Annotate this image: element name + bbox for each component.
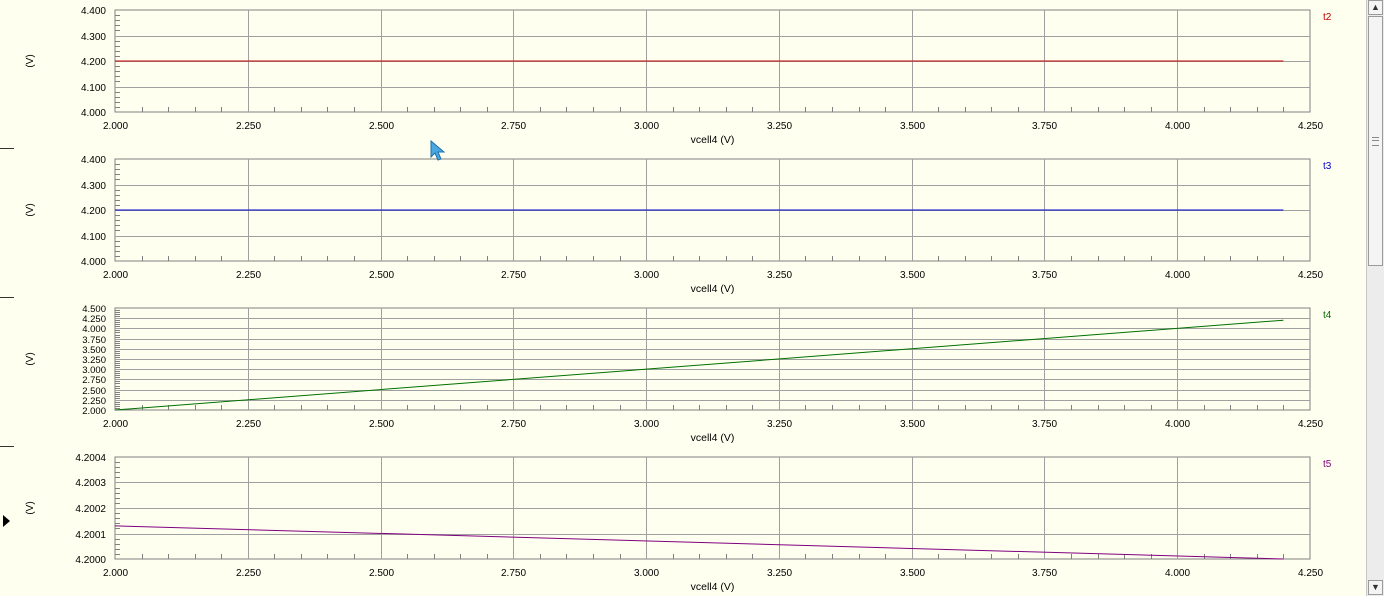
y-axis-label: (V) [25, 352, 36, 365]
x-tick-label: 3.750 [1032, 121, 1057, 132]
legend-label-t2: t2 [1323, 12, 1332, 23]
scroll-down-button[interactable]: ▼ [1368, 580, 1383, 595]
x-tick-label: 3.500 [900, 270, 925, 281]
y-tick-label: 4.000 [81, 108, 106, 119]
vertical-scrollbar[interactable]: ▲ ▼ [1366, 0, 1384, 596]
x-tick-label: 4.000 [1165, 270, 1190, 281]
x-tick-label: 3.500 [900, 121, 925, 132]
y-tick-label: 4.2001 [75, 530, 106, 541]
x-tick-label: 3.250 [767, 419, 792, 430]
x-tick-label: 2.500 [369, 121, 394, 132]
x-tick-label: 3.750 [1032, 568, 1057, 579]
x-tick-label: 2.750 [501, 270, 526, 281]
x-tick-label: 3.000 [634, 568, 659, 579]
x-tick-label: 2.000 [103, 121, 128, 132]
y-tick-label: 4.300 [81, 32, 106, 43]
x-tick-label: 2.250 [236, 270, 261, 281]
x-tick-label: 4.000 [1165, 121, 1190, 132]
x-tick-label: 2.500 [369, 568, 394, 579]
mouse-cursor-icon [430, 140, 446, 161]
x-tick-label: 2.750 [501, 568, 526, 579]
legend-label-t3: t3 [1323, 161, 1332, 172]
y-tick-label: 4.2004 [75, 453, 106, 464]
x-tick-label: 2.250 [236, 419, 261, 430]
strip-divider [0, 297, 14, 298]
y-axis-label: (V) [25, 203, 36, 216]
y-tick-label: 4.2002 [75, 504, 106, 515]
x-tick-label: 4.000 [1165, 568, 1190, 579]
y-tick-label: 4.300 [81, 181, 106, 192]
x-tick-label: 3.750 [1032, 419, 1057, 430]
y-axis-label: (V) [25, 54, 36, 67]
legend-label-t4: t4 [1323, 310, 1332, 321]
y-tick-label: 4.000 [82, 324, 106, 335]
y-tick-label: 4.250 [82, 314, 106, 325]
x-axis-label: vcell4 (V) [691, 134, 735, 146]
y-tick-label: 3.750 [82, 335, 106, 346]
y-tick-label: 4.000 [81, 257, 106, 268]
x-tick-label: 2.000 [103, 419, 128, 430]
left-strip [0, 0, 14, 596]
chart-panel-4: 2.000 2.250 2.500 2.750 3.000 3.250 3.500 3.750… [25, 453, 1332, 593]
chart-panel-1: 2.000 2.250 2.500 2.750 3.000 3.250 3.500 3.750… [25, 6, 1332, 146]
x-axis-label: vcell4 (V) [691, 283, 735, 295]
y-tick-label: 4.500 [82, 304, 106, 315]
x-tick-label: 4.000 [1165, 419, 1190, 430]
scrollbar-thumb[interactable] [1368, 16, 1383, 266]
grip-icon [1372, 137, 1379, 146]
y-tick-label: 2.000 [82, 406, 106, 417]
y-tick-label: 4.400 [81, 155, 106, 166]
x-tick-label: 3.500 [900, 568, 925, 579]
y-tick-label: 2.750 [82, 375, 106, 386]
y-tick-label: 4.2003 [75, 478, 106, 489]
y-tick-label: 4.2000 [75, 555, 106, 566]
x-tick-label: 2.000 [103, 270, 128, 281]
legend-label-t5: t5 [1323, 459, 1332, 470]
chart-panel-2: 2.000 2.250 2.500 2.750 3.000 3.250 3.500 3.750… [25, 155, 1332, 295]
x-tick-label: 3.000 [634, 419, 659, 430]
x-tick-label: 3.250 [767, 121, 792, 132]
y-tick-label: 4.400 [81, 6, 106, 17]
x-tick-label: 4.250 [1298, 419, 1323, 430]
x-tick-label: 2.250 [236, 568, 261, 579]
x-tick-label: 2.250 [236, 121, 261, 132]
x-tick-label: 4.250 [1298, 568, 1323, 579]
scroll-up-button[interactable]: ▲ [1368, 0, 1383, 15]
x-tick-label: 3.250 [767, 568, 792, 579]
x-tick-label: 3.250 [767, 270, 792, 281]
x-tick-label: 4.250 [1298, 121, 1323, 132]
x-tick-label: 3.000 [634, 270, 659, 281]
active-panel-marker-icon [3, 515, 10, 527]
x-axis-label: vcell4 (V) [691, 432, 735, 444]
x-tick-label: 2.500 [369, 419, 394, 430]
chart-panel-3: 2.000 2.250 2.500 2.750 3.000 3.250 3.500 3.750… [25, 304, 1332, 444]
y-tick-label: 3.250 [82, 355, 106, 366]
strip-divider [0, 446, 14, 447]
x-tick-label: 2.500 [369, 270, 394, 281]
y-tick-label: 4.100 [81, 83, 106, 94]
y-axis-label: (V) [25, 501, 36, 514]
x-tick-label: 2.750 [501, 121, 526, 132]
y-tick-label: 2.250 [82, 396, 106, 407]
y-tick-label: 4.200 [81, 206, 106, 217]
x-axis-label: vcell4 (V) [691, 581, 735, 593]
x-tick-label: 3.000 [634, 121, 659, 132]
x-tick-label: 4.250 [1298, 270, 1323, 281]
plot-area: 2.000 2.250 2.500 2.750 3.000 3.250 3.500 3.750… [14, 0, 1366, 596]
strip-divider [0, 148, 14, 149]
y-tick-label: 4.200 [81, 57, 106, 68]
x-tick-label: 3.500 [900, 419, 925, 430]
y-tick-label: 3.000 [82, 365, 106, 376]
y-tick-label: 2.500 [82, 386, 106, 397]
x-tick-label: 2.000 [103, 568, 128, 579]
y-tick-label: 4.100 [81, 232, 106, 243]
x-tick-label: 2.750 [501, 419, 526, 430]
x-tick-label: 3.750 [1032, 270, 1057, 281]
y-tick-label: 3.500 [82, 345, 106, 356]
